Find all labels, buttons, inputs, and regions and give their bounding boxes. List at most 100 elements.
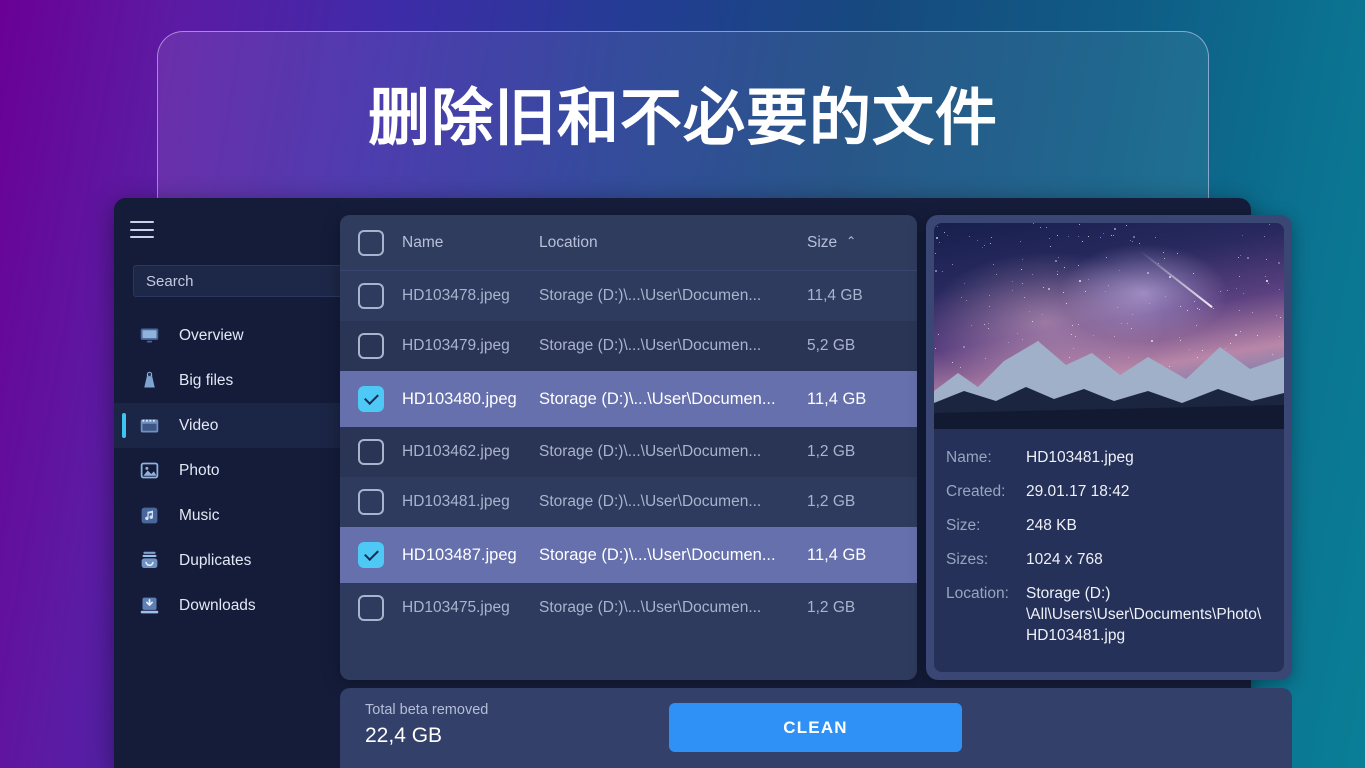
row-checkbox[interactable] (358, 595, 384, 621)
table-row[interactable]: HD103462.jpeg Storage (D:)\...\User\Docum… (340, 427, 917, 477)
metadata-value: 29.01.17 18:42 (1026, 483, 1130, 500)
select-all-cell[interactable] (340, 229, 402, 256)
file-list-header: Name Location Size ⌃ (340, 215, 917, 271)
star (1132, 235, 1135, 238)
star (977, 240, 979, 242)
cell-name: HD103475.jpeg (402, 599, 510, 616)
duplicate-icon (138, 550, 160, 572)
star (934, 269, 937, 272)
row-checkbox[interactable] (358, 439, 384, 465)
star (1130, 240, 1132, 242)
row-checkbox-cell[interactable] (340, 542, 402, 568)
sidebar-item-label: Duplicates (179, 551, 252, 569)
row-checkbox-cell[interactable] (340, 489, 402, 515)
star (1116, 307, 1118, 309)
sidebar-item-label: Downloads (179, 596, 256, 614)
star (1103, 232, 1105, 234)
table-row[interactable]: HD103480.jpeg Storage (D:)\...\User\Docum… (340, 371, 917, 427)
hamburger-bar (130, 228, 154, 231)
cell-size: 11,4 GB (807, 389, 867, 408)
metadata-location-line: Storage (D:) (1026, 585, 1111, 602)
cell-size: 5,2 GB (807, 337, 856, 354)
sidebar-item-music[interactable]: Music (114, 493, 340, 538)
star (1021, 269, 1023, 271)
sidebar-item-video[interactable]: Video (114, 403, 340, 448)
cell-name: HD103478.jpeg (402, 287, 510, 304)
star (1099, 236, 1101, 238)
music-note-icon (138, 505, 160, 527)
star (981, 247, 983, 249)
column-header-size[interactable]: Size ⌃ (807, 234, 917, 252)
sort-ascending-icon[interactable]: ⌃ (846, 234, 856, 248)
sidebar-item-photo[interactable]: Photo (114, 448, 340, 493)
star (1107, 285, 1109, 287)
file-list-rows: HD103478.jpeg Storage (D:)\...\User\Docum… (340, 271, 917, 633)
star (1238, 257, 1240, 259)
row-checkbox[interactable] (358, 386, 384, 412)
active-indicator (122, 413, 126, 438)
table-row[interactable]: HD103475.jpeg Storage (D:)\...\User\Docum… (340, 583, 917, 633)
star (1236, 288, 1238, 290)
star (964, 282, 966, 284)
star (1056, 234, 1058, 236)
star (943, 231, 945, 233)
page-title: 删除旧和不必要的文件 (367, 84, 998, 153)
star (947, 235, 949, 237)
row-checkbox-cell[interactable] (340, 439, 402, 465)
star (1131, 313, 1133, 315)
star (1021, 258, 1023, 260)
film-icon (138, 415, 160, 437)
star (990, 242, 992, 244)
cell-location: Storage (D:)\...\User\Documen... (539, 599, 762, 616)
star (1079, 224, 1081, 226)
cell-location: Storage (D:)\...\User\Documen... (539, 545, 776, 564)
star (1278, 289, 1280, 291)
select-all-checkbox[interactable] (358, 229, 384, 256)
star (960, 296, 962, 298)
metadata-key: Location: (946, 585, 1009, 602)
hamburger-icon[interactable] (130, 221, 154, 238)
star (1085, 291, 1087, 293)
row-checkbox[interactable] (358, 333, 384, 359)
table-row[interactable]: HD103478.jpeg Storage (D:)\...\User\Docum… (340, 271, 917, 321)
table-row[interactable]: HD103479.jpeg Storage (D:)\...\User\Docum… (340, 321, 917, 371)
monitor-icon (138, 325, 160, 347)
star (1164, 257, 1166, 259)
star (1081, 240, 1083, 242)
sidebar-item-downloads[interactable]: Downloads (114, 583, 340, 628)
star (1066, 303, 1068, 305)
column-header-name[interactable]: Name (402, 234, 539, 252)
row-checkbox[interactable] (358, 283, 384, 309)
star (1028, 310, 1030, 312)
star (1265, 279, 1268, 282)
row-checkbox[interactable] (358, 489, 384, 515)
sidebar-item-duplicates[interactable]: Duplicates (114, 538, 340, 583)
table-row[interactable]: HD103487.jpeg Storage (D:)\...\User\Docum… (340, 527, 917, 583)
star (990, 237, 992, 239)
table-row[interactable]: HD103481.jpeg Storage (D:)\...\User\Docum… (340, 477, 917, 527)
column-header-location[interactable]: Location (539, 234, 807, 252)
hamburger-bar (130, 236, 154, 238)
clean-button[interactable]: CLEAN (669, 703, 962, 752)
sidebar-item-big-files[interactable]: Big files (114, 358, 340, 403)
star (1058, 257, 1060, 259)
row-checkbox-cell[interactable] (340, 333, 402, 359)
star (952, 264, 954, 266)
star (1023, 296, 1025, 298)
row-checkbox-cell[interactable] (340, 283, 402, 309)
sidebar-item-overview[interactable]: Overview (114, 313, 340, 358)
row-checkbox-cell[interactable] (340, 595, 402, 621)
star (1176, 252, 1178, 254)
cell-size: 1,2 GB (807, 443, 856, 460)
row-checkbox[interactable] (358, 542, 384, 568)
star (935, 237, 938, 240)
photo-preview[interactable] (934, 223, 1284, 429)
metadata-row: Size: 248 KB (946, 515, 1284, 536)
row-checkbox-cell[interactable] (340, 386, 402, 412)
cell-size: 1,2 GB (807, 599, 856, 616)
image-icon (138, 460, 160, 482)
star (1132, 241, 1134, 243)
column-header-size-label: Size (807, 233, 838, 251)
cell-size: 11,4 GB (807, 545, 867, 564)
download-icon (138, 595, 160, 617)
